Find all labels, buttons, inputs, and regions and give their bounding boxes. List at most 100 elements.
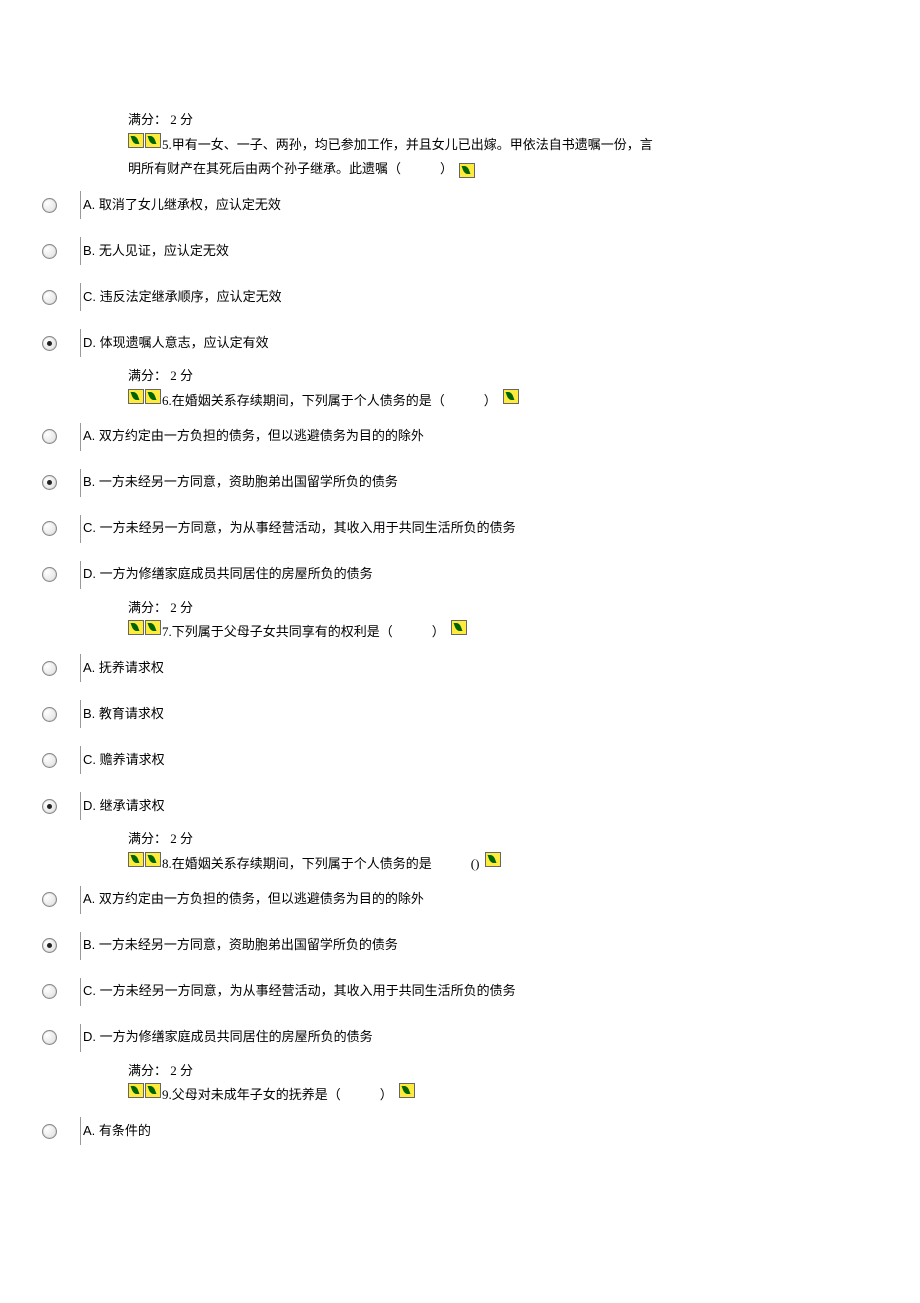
option-row: B. 无人见证，应认定无效 xyxy=(42,228,836,274)
radio-button[interactable] xyxy=(42,892,57,907)
radio-button[interactable] xyxy=(42,984,57,999)
radio-button[interactable] xyxy=(42,707,57,722)
option-divider xyxy=(80,515,81,543)
radio-button[interactable] xyxy=(42,1124,57,1139)
nav-icon[interactable] xyxy=(145,389,161,404)
option-divider xyxy=(80,886,81,914)
option-body: 违反法定继承顺序，应认定无效 xyxy=(100,289,282,304)
radio-button[interactable] xyxy=(42,938,57,953)
option-row: D. 一方为修缮家庭成员共同居住的房屋所负的债务 xyxy=(42,552,836,598)
question-line: 5. 甲有一女、一子、两孙，均已参加工作，并且女儿已出嫁。甲依法自书遗嘱一份，言 xyxy=(128,133,836,158)
radio-button[interactable] xyxy=(42,753,57,768)
option-divider xyxy=(80,700,81,728)
question-number: 9. xyxy=(162,1083,172,1108)
score-label: 满分： 2 分 xyxy=(128,366,836,387)
option-divider xyxy=(80,469,81,497)
option-text: B. 一方未经另一方同意，资助胞弟出国留学所负的债务 xyxy=(83,472,836,493)
nav-icon[interactable] xyxy=(128,1083,144,1098)
radio-button[interactable] xyxy=(42,661,57,676)
option-row: D. 继承请求权 xyxy=(42,783,836,829)
option-letter: D. xyxy=(83,798,100,813)
option-divider xyxy=(80,329,81,357)
question-block: 满分： 2 分8. 在婚姻关系存续期间，下列属于个人债务的是 ()A. 双方约定… xyxy=(84,829,836,1060)
question-line: 7. 下列属于父母子女共同享有的权利是（ ） xyxy=(128,620,836,645)
question-number: 6. xyxy=(162,389,172,414)
option-row: C. 一方未经另一方同意，为从事经营活动，其收入用于共同生活所负的债务 xyxy=(42,969,836,1015)
option-letter: A. xyxy=(83,428,99,443)
question-number: 7. xyxy=(162,620,172,645)
option-letter: C. xyxy=(83,752,100,767)
option-letter: A. xyxy=(83,1123,99,1138)
option-body: 有条件的 xyxy=(99,1123,151,1138)
nav-icon[interactable] xyxy=(128,389,144,404)
nav-icon[interactable] xyxy=(128,133,144,148)
option-divider xyxy=(80,1024,81,1052)
radio-button[interactable] xyxy=(42,799,57,814)
radio-button[interactable] xyxy=(42,198,57,213)
option-text: A. 取消了女儿继承权，应认定无效 xyxy=(83,195,836,216)
nav-icon[interactable] xyxy=(128,620,144,635)
option-text: B. 一方未经另一方同意，资助胞弟出国留学所负的债务 xyxy=(83,935,836,956)
option-letter: C. xyxy=(83,983,100,998)
option-row: B. 一方未经另一方同意，资助胞弟出国留学所负的债务 xyxy=(42,460,836,506)
question-number: 5. xyxy=(162,133,172,158)
option-text: B. 教育请求权 xyxy=(83,704,836,725)
question-block: 满分： 2 分7. 下列属于父母子女共同享有的权利是（ ） A. 抚养请求权 B. … xyxy=(84,598,836,829)
radio-button[interactable] xyxy=(42,244,57,259)
option-row: A. 双方约定由一方负担的债务，但以逃避债务为目的的除外 xyxy=(42,877,836,923)
option-row: C. 赡养请求权 xyxy=(42,737,836,783)
nav-icon[interactable] xyxy=(503,389,519,404)
nav-icon[interactable] xyxy=(485,852,501,867)
option-row: A. 取消了女儿继承权，应认定无效 xyxy=(42,182,836,228)
option-divider xyxy=(80,746,81,774)
option-text: D. 继承请求权 xyxy=(83,796,836,817)
option-text: C. 违反法定继承顺序，应认定无效 xyxy=(83,287,836,308)
radio-button[interactable] xyxy=(42,429,57,444)
nav-icon[interactable] xyxy=(145,1083,161,1098)
nav-icon[interactable] xyxy=(145,133,161,148)
option-body: 一方为修缮家庭成员共同居住的房屋所负的债务 xyxy=(100,566,373,581)
radio-button[interactable] xyxy=(42,567,57,582)
option-text: D. 一方为修缮家庭成员共同居住的房屋所负的债务 xyxy=(83,564,836,585)
option-row: A. 抚养请求权 xyxy=(42,645,836,691)
option-letter: D. xyxy=(83,566,100,581)
option-body: 赡养请求权 xyxy=(100,752,165,767)
option-row: B. 一方未经另一方同意，资助胞弟出国留学所负的债务 xyxy=(42,923,836,969)
score-label: 满分： 2 分 xyxy=(128,598,836,619)
option-body: 双方约定由一方负担的债务，但以逃避债务为目的的除外 xyxy=(99,428,424,443)
nav-icon[interactable] xyxy=(145,852,161,867)
option-letter: A. xyxy=(83,660,99,675)
nav-icon[interactable] xyxy=(451,620,467,635)
question-line2: 明所有财产在其死后由两个孙子继承。此遗嘱（ ） xyxy=(128,157,836,182)
radio-button[interactable] xyxy=(42,475,57,490)
nav-icon[interactable] xyxy=(399,1083,415,1098)
option-body: 抚养请求权 xyxy=(99,660,164,675)
question-text-cont: 明所有财产在其死后由两个孙子继承。此遗嘱（ ） xyxy=(128,161,453,176)
option-letter: A. xyxy=(83,891,99,906)
option-row: D. 体现遗嘱人意志，应认定有效 xyxy=(42,320,836,366)
nav-icon[interactable] xyxy=(459,163,475,178)
nav-icon[interactable] xyxy=(145,620,161,635)
option-letter: A. xyxy=(83,197,99,212)
option-divider xyxy=(80,792,81,820)
nav-icon[interactable] xyxy=(128,852,144,867)
option-divider xyxy=(80,1117,81,1145)
option-divider xyxy=(80,978,81,1006)
option-body: 一方未经另一方同意，资助胞弟出国留学所负的债务 xyxy=(99,474,398,489)
score-label: 满分： 2 分 xyxy=(128,110,836,131)
radio-button[interactable] xyxy=(42,521,57,536)
option-divider xyxy=(80,561,81,589)
radio-button[interactable] xyxy=(42,336,57,351)
question-block: 满分： 2 分9. 父母对未成年子女的抚养是（ ）A. 有条件的 xyxy=(84,1061,836,1154)
option-text: D. 一方为修缮家庭成员共同居住的房屋所负的债务 xyxy=(83,1027,836,1048)
option-text: C. 一方未经另一方同意，为从事经营活动，其收入用于共同生活所负的债务 xyxy=(83,981,836,1002)
option-text: B. 无人见证，应认定无效 xyxy=(83,241,836,262)
question-number: 8. xyxy=(162,852,172,877)
question-text: 甲有一女、一子、两孙，均已参加工作，并且女儿已出嫁。甲依法自书遗嘱一份，言 xyxy=(172,133,653,158)
radio-button[interactable] xyxy=(42,290,57,305)
option-letter: C. xyxy=(83,520,100,535)
option-row: A. 双方约定由一方负担的债务，但以逃避债务为目的的除外 xyxy=(42,414,836,460)
question-line: 9. 父母对未成年子女的抚养是（ ） xyxy=(128,1083,836,1108)
question-line: 8. 在婚姻关系存续期间，下列属于个人债务的是 () xyxy=(128,852,836,877)
radio-button[interactable] xyxy=(42,1030,57,1045)
